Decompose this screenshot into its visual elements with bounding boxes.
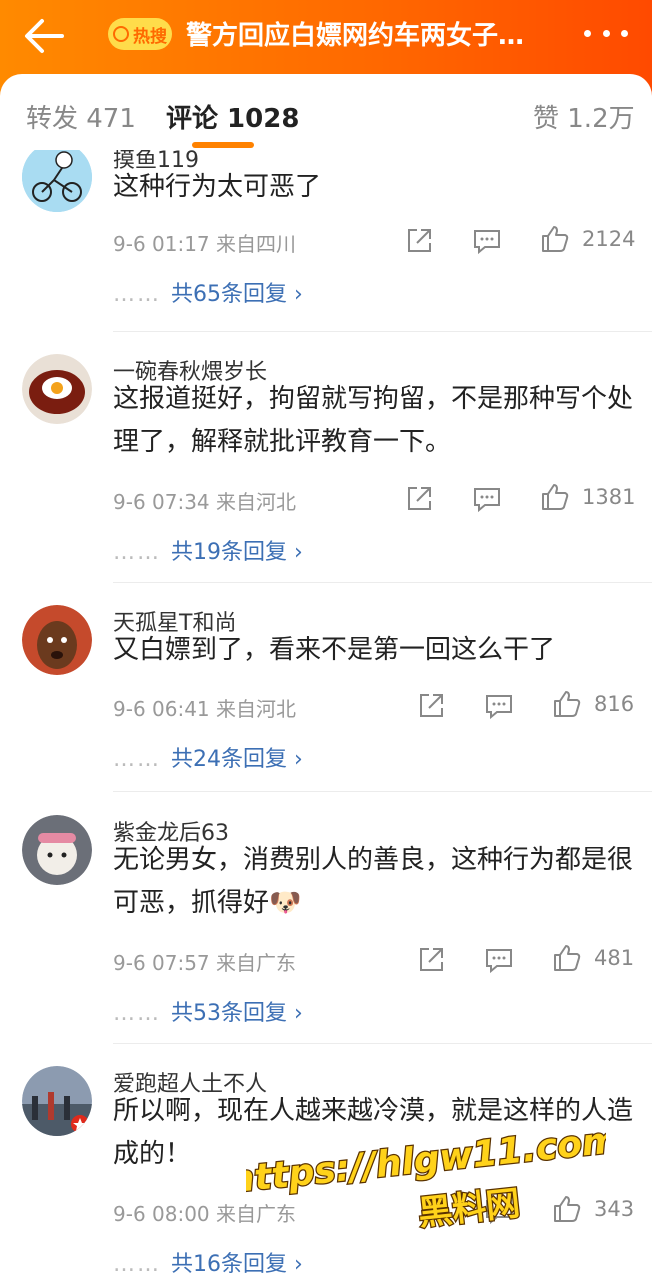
- reply-count: 共24条回复 ›: [171, 747, 303, 772]
- avatar[interactable]: [22, 150, 92, 212]
- tab-likes[interactable]: 赞 1.2万: [533, 98, 635, 135]
- hot-search-label: 热搜: [133, 26, 167, 47]
- avatar[interactable]: [22, 815, 92, 885]
- active-tab-indicator: [192, 142, 254, 148]
- divider: [113, 582, 652, 583]
- more-dots-icon[interactable]: [584, 30, 628, 40]
- comment-text: 这种行为太可恶了: [113, 172, 322, 202]
- comment-meta: 9-6 01:17 来自四川: [113, 232, 297, 256]
- comment-text: 又白嫖到了，看来不是第一回这么干了: [113, 635, 556, 665]
- like-count: 343: [594, 1197, 635, 1221]
- comment-text: 这报道挺好，拘留就写拘留，不是那种写个处理了，解释就批评教育一下。: [113, 384, 634, 457]
- like-icon[interactable]: [552, 1194, 582, 1224]
- comment-icon[interactable]: [472, 226, 502, 256]
- comment-meta: 9-6 08:00 来自广东: [113, 1202, 297, 1226]
- hot-search-badge[interactable]: 热搜: [108, 18, 172, 50]
- divider: [113, 331, 652, 332]
- repost-icon[interactable]: [416, 945, 446, 975]
- comment-icon[interactable]: [484, 691, 514, 721]
- divider: [113, 1043, 652, 1044]
- reply-dots: ……: [113, 747, 161, 772]
- reply-count: 共16条回复 ›: [171, 1252, 303, 1277]
- repost-icon[interactable]: [416, 691, 446, 721]
- view-replies-link[interactable]: …… 共65条回复 ›: [113, 276, 303, 308]
- reply-count: 共65条回复 ›: [171, 282, 303, 307]
- reply-dots: ……: [113, 540, 161, 565]
- like-count: 481: [594, 946, 635, 970]
- comment-text: 所以啊，现在人越来越冷漠，就是这样的人造成的！: [113, 1096, 634, 1169]
- avatar[interactable]: [22, 605, 92, 675]
- reply-count: 共19条回复 ›: [171, 540, 303, 565]
- like-icon[interactable]: [552, 943, 582, 973]
- avatar[interactable]: [22, 1066, 92, 1136]
- like-icon[interactable]: [552, 689, 582, 719]
- view-replies-link[interactable]: …… 共16条回复 ›: [113, 1246, 303, 1278]
- repost-icon[interactable]: [404, 226, 434, 256]
- like-count: 2124: [582, 227, 636, 251]
- page-title[interactable]: 警方回应白嫖网约车两女子…: [186, 12, 566, 60]
- comment-meta: 9-6 06:41 来自河北: [113, 697, 297, 721]
- tab-comments[interactable]: 评论 1028: [166, 98, 299, 135]
- view-replies-link[interactable]: …… 共24条回复 ›: [113, 741, 303, 773]
- back-arrow-icon[interactable]: [22, 16, 66, 56]
- reply-dots: ……: [113, 1252, 161, 1277]
- comment-icon[interactable]: [484, 945, 514, 975]
- search-icon: [113, 26, 129, 42]
- like-icon[interactable]: [540, 482, 570, 512]
- view-replies-link[interactable]: …… 共53条回复 ›: [113, 995, 303, 1027]
- avatar[interactable]: [22, 354, 92, 424]
- view-replies-link[interactable]: …… 共19条回复 ›: [113, 534, 303, 566]
- repost-icon[interactable]: [404, 484, 434, 514]
- divider: [113, 791, 652, 792]
- comment-icon[interactable]: [472, 484, 502, 514]
- comment-icon[interactable]: [484, 1196, 514, 1226]
- reply-count: 共53条回复 ›: [171, 1001, 303, 1026]
- tab-repost[interactable]: 转发 471: [26, 98, 136, 135]
- comment-text: 无论男女，消费别人的善良，这种行为都是很可恶，抓得好🐶: [113, 845, 634, 918]
- tab-bar: 转发 471 评论 1028 赞 1.2万: [0, 74, 652, 154]
- like-count: 1381: [582, 485, 636, 509]
- reply-dots: ……: [113, 1001, 161, 1026]
- comment-meta: 9-6 07:57 来自广东: [113, 951, 297, 975]
- comment-meta: 9-6 07:34 来自河北: [113, 490, 297, 514]
- like-count: 816: [594, 692, 635, 716]
- like-icon[interactable]: [540, 224, 570, 254]
- reply-dots: ……: [113, 282, 161, 307]
- comment-list[interactable]: 摸鱼119 这种行为太可恶了 9-6 01:17 来自四川 2124 …… 共65…: [0, 150, 652, 1280]
